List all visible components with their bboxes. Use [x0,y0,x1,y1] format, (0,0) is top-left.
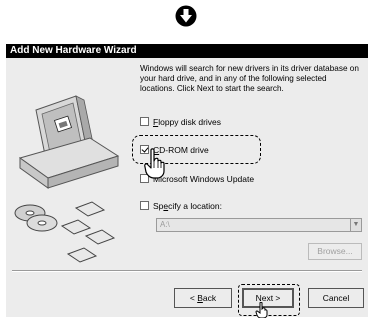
wizard-description: Windows will search for new drivers in i… [140,64,359,93]
add-new-hardware-wizard-window: Add New Hardware Wizard Windows will sea… [6,44,368,318]
down-arrow-circle-icon [175,5,197,27]
computer-with-discs-illustration [14,95,120,263]
chevron-down-icon[interactable]: ▼ [350,219,361,231]
pointing-hand-cursor-icon [144,148,165,179]
location-input[interactable]: A:\ ▼ [156,218,362,232]
floppy-checkbox[interactable] [140,117,149,126]
browse-button[interactable]: Browse... [308,243,362,260]
cancel-button[interactable]: Cancel [308,288,364,308]
floppy-disk-drives-option[interactable]: Floppy disk drives [140,116,221,128]
specify-location-option[interactable]: Specify a location: [140,200,222,212]
window-title: Add New Hardware Wizard [6,44,368,58]
pointing-hand-small-icon [255,302,268,318]
specify-location-checkbox[interactable] [140,201,149,210]
back-button[interactable]: < Back [174,288,232,308]
button-separator [12,270,362,272]
